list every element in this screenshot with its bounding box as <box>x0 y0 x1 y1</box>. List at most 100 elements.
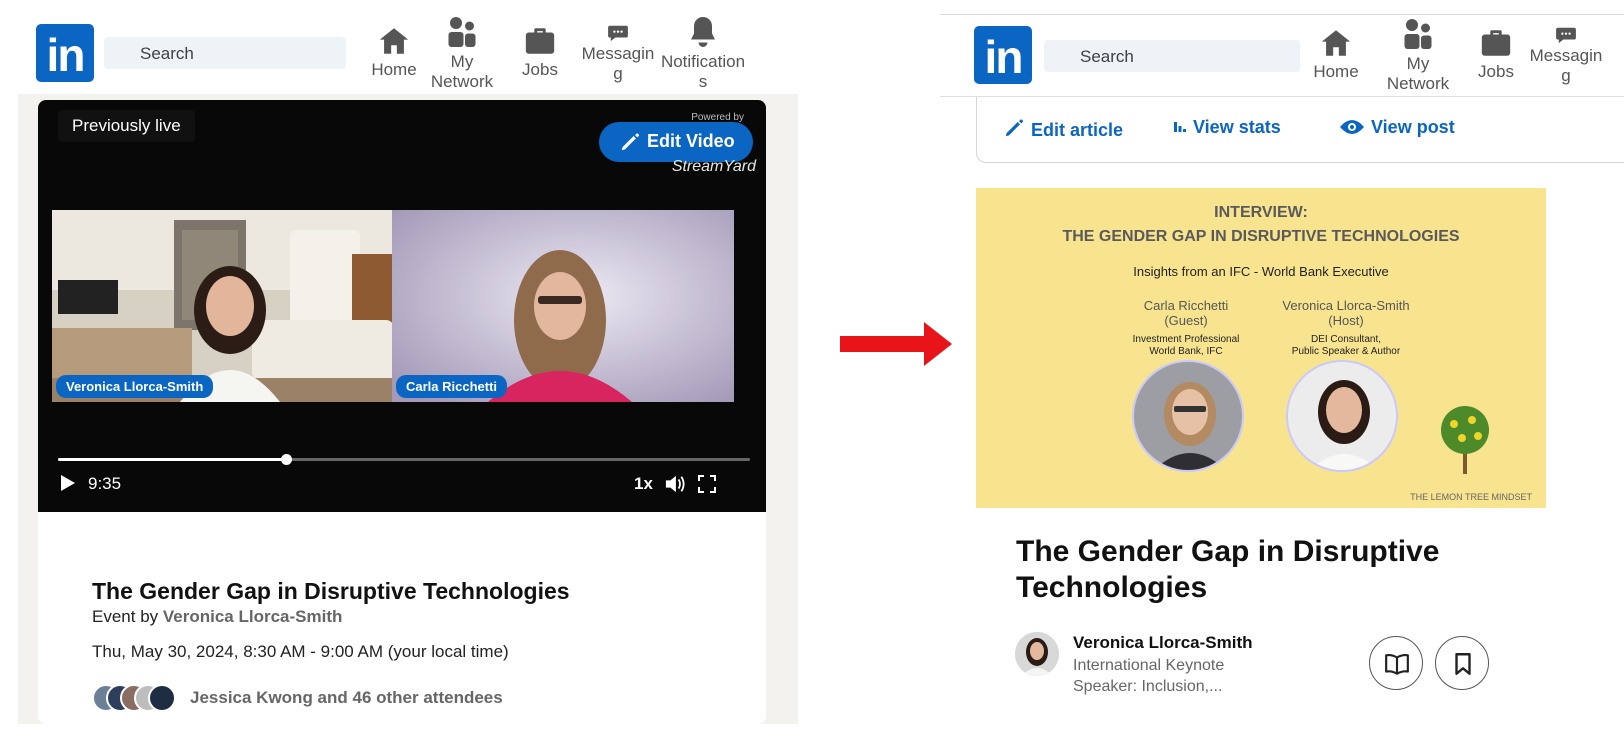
chat-icon <box>1556 27 1576 44</box>
nav-messaging-label-2: g <box>1561 66 1571 85</box>
banner-guest-block: Carla Ricchetti (Guest) Investment Profe… <box>1106 298 1266 358</box>
chat-icon <box>608 25 628 42</box>
view-post-button[interactable]: View post <box>1339 117 1455 138</box>
author-headline-2: Speaker: Inclusion,... <box>1073 678 1223 695</box>
people-icon <box>1404 19 1432 49</box>
fullscreen-icon[interactable] <box>698 475 716 493</box>
nav-jobs[interactable]: Jobs <box>506 24 574 80</box>
view-stats-button[interactable]: View stats <box>1173 117 1281 138</box>
participant-left-image <box>52 210 394 402</box>
search-placeholder: Search <box>140 44 194 63</box>
pencil-icon <box>1005 119 1024 137</box>
window-top-border <box>940 14 1624 15</box>
banner-guest-name: Carla Ricchetti <box>1143 298 1229 313</box>
event-by-prefix: Event by <box>92 607 159 626</box>
edit-video-label: Edit Video <box>647 131 735 151</box>
nav-home[interactable]: Home <box>356 24 432 80</box>
streamyard-logo: StreamYard <box>671 158 756 175</box>
nav-messaging-label-1: Messagin <box>1529 46 1603 65</box>
banner-host-role: (Host) <box>1328 313 1364 328</box>
banner-host-block: Veronica Llorca-Smith (Host) DEI Consult… <box>1266 298 1426 358</box>
attendee-avatar <box>148 684 176 712</box>
linkedin-logo-text: in <box>984 31 1024 83</box>
nav-my-network-label-2: Network <box>430 72 494 91</box>
video-time: 9:35 <box>88 474 122 493</box>
nav-my-network[interactable]: My Network <box>422 14 502 92</box>
search-placeholder: Search <box>1080 47 1134 66</box>
save-article-button[interactable] <box>1435 636 1489 690</box>
host-portrait <box>1286 360 1398 472</box>
linkedin-logo-text: in <box>46 29 86 81</box>
progress-bar-handle[interactable] <box>281 454 293 465</box>
view-stats-label: View stats <box>1193 117 1281 137</box>
play-icon[interactable] <box>60 474 76 492</box>
progress-bar-fill <box>58 458 287 461</box>
banner-host-name: Veronica Llorca-Smith <box>1282 298 1410 313</box>
author-headline-1: International Keynote <box>1073 657 1225 674</box>
video-frame-left: Veronica Llorca-Smith <box>52 210 394 402</box>
nav-my-network-label-1: My <box>450 52 474 71</box>
nav-home[interactable]: Home <box>1298 26 1374 82</box>
previously-live-badge: Previously live <box>58 110 195 142</box>
banner-guest-desc-1: Investment Professional <box>1132 334 1240 345</box>
edit-article-label: Edit article <box>1031 120 1124 140</box>
open-book-icon <box>1385 653 1409 675</box>
nav-jobs-label: Jobs <box>522 60 558 79</box>
linkedin-logo[interactable]: in <box>36 24 94 82</box>
video-player[interactable]: Previously live Powered by Edit Video St… <box>38 100 766 512</box>
eye-icon <box>1340 120 1364 134</box>
nav-my-network[interactable]: My Network <box>1378 16 1458 94</box>
nav-my-network-label-2: Network <box>1386 74 1450 93</box>
home-icon <box>1321 30 1351 56</box>
bookmark-icon <box>1455 653 1471 675</box>
article-action-bar: Edit article View stats View post <box>976 97 1624 163</box>
participant-right-image <box>392 210 734 402</box>
nav-home-label: Home <box>1313 62 1359 81</box>
event-card: Previously live Powered by Edit Video St… <box>38 100 766 724</box>
playback-speed-button[interactable]: 1x <box>634 474 653 494</box>
people-icon <box>448 17 476 47</box>
edit-video-button[interactable]: Edit Video <box>599 122 753 162</box>
bell-icon <box>691 17 715 47</box>
event-date: Thu, May 30, 2024, 8:30 AM - 9:00 AM (yo… <box>92 642 509 661</box>
nav-jobs[interactable]: Jobs <box>1462 26 1530 82</box>
article-cover-image: INTERVIEW: THE GENDER GAP IN DISRUPTIVE … <box>976 188 1546 508</box>
reader-mode-button[interactable] <box>1369 636 1423 690</box>
view-post-label: View post <box>1371 117 1455 137</box>
nav-messaging[interactable]: Messagin g <box>578 24 658 84</box>
red-arrow-icon <box>840 322 952 366</box>
event-title[interactable]: The Gender Gap in Disruptive Technologie… <box>92 578 570 605</box>
lemon-tree-icon <box>1441 406 1489 474</box>
nav-home-label: Home <box>371 60 417 79</box>
banner-heading-1: INTERVIEW: <box>1214 204 1308 221</box>
nav-messaging[interactable]: Messagin g <box>1526 26 1606 86</box>
nav-my-network-label-1: My <box>1406 54 1430 73</box>
bar-chart-icon <box>1174 122 1186 132</box>
banner-guest-role: (Guest) <box>1164 313 1208 328</box>
banner-guest-desc-2: World Bank, IFC <box>1149 346 1223 357</box>
participant-left-name: Veronica Llorca-Smith <box>56 375 214 398</box>
nav-notifications-label-2: s <box>698 72 708 91</box>
linkedin-logo[interactable]: in <box>974 26 1032 84</box>
video-frame-right: Carla Ricchetti <box>392 210 734 402</box>
nav-notifications[interactable]: Notification s <box>656 14 750 92</box>
nav-jobs-label: Jobs <box>1478 62 1514 81</box>
search-input[interactable]: Search <box>1044 40 1300 72</box>
author-name[interactable]: Veronica Llorca-Smith <box>1073 633 1253 653</box>
banner-heading-2: THE GENDER GAP IN DISRUPTIVE TECHNOLOGIE… <box>1062 228 1460 245</box>
banner-subheading: Insights from an IFC - World Bank Execut… <box>1133 264 1389 279</box>
participant-right-name: Carla Ricchetti <box>396 375 508 398</box>
event-host-link[interactable]: Veronica Llorca-Smith <box>163 607 343 626</box>
article-title: The Gender Gap in Disruptive Technologie… <box>1016 535 1440 604</box>
briefcase-icon <box>525 28 555 54</box>
author-headline: International Keynote Speaker: Inclusion… <box>1073 655 1224 697</box>
edit-article-button[interactable]: Edit article <box>1003 117 1123 141</box>
progress-bar[interactable] <box>58 454 750 465</box>
nav-messaging-label-1: Messagin <box>581 44 655 63</box>
event-by-line: Event by Veronica Llorca-Smith <box>92 607 342 627</box>
home-icon <box>379 28 409 54</box>
nav-messaging-label-2: g <box>613 64 623 83</box>
author-avatar[interactable] <box>1015 632 1059 676</box>
search-input[interactable]: Search <box>104 37 346 69</box>
volume-icon[interactable] <box>664 474 686 494</box>
